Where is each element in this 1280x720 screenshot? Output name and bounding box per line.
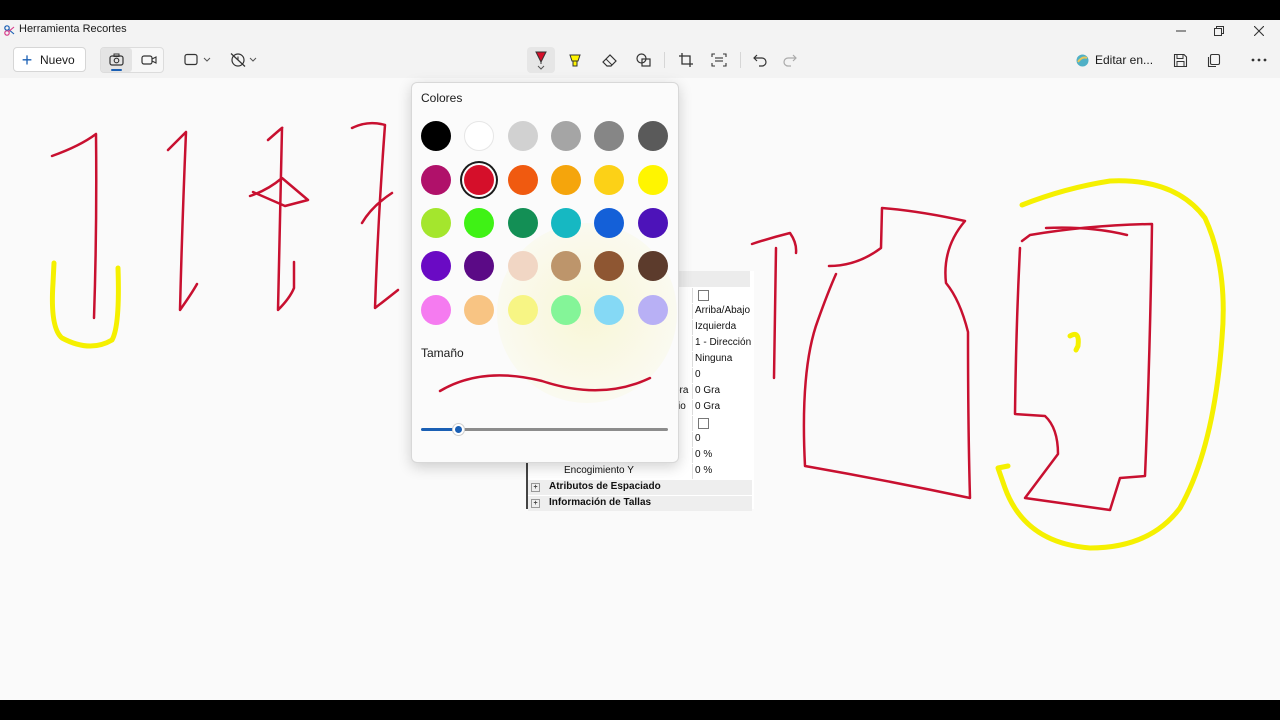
highlighter-button[interactable]: [562, 48, 588, 72]
camera-icon[interactable]: [109, 53, 124, 66]
pen-button[interactable]: [527, 47, 555, 73]
shapes-button[interactable]: [630, 48, 656, 72]
size-slider-track[interactable]: [458, 428, 668, 431]
color-swatch[interactable]: [421, 251, 451, 281]
nuevo-button[interactable]: + Nuevo: [13, 47, 86, 72]
color-swatch[interactable]: [551, 121, 581, 151]
color-swatch[interactable]: [421, 121, 451, 151]
text-actions-icon: [711, 53, 727, 67]
color-swatch[interactable]: [508, 208, 538, 238]
color-swatch[interactable]: [551, 208, 581, 238]
more-icon: [1251, 58, 1267, 62]
save-button[interactable]: [1167, 48, 1193, 72]
color-swatch[interactable]: [551, 251, 581, 281]
plus-icon: +: [21, 49, 33, 70]
redo-button[interactable]: [777, 48, 803, 72]
crop-button[interactable]: [673, 48, 699, 72]
window-title: Herramienta Recortes: [19, 23, 127, 35]
minimize-button[interactable]: [1162, 20, 1200, 42]
shapes-icon: [635, 53, 651, 67]
stroke-preview: [438, 374, 652, 393]
close-button[interactable]: [1240, 20, 1278, 42]
color-swatch[interactable]: [638, 251, 668, 281]
color-swatch[interactable]: [508, 165, 538, 195]
pen-icon: [535, 51, 547, 70]
eraser-icon: [601, 54, 617, 67]
color-swatch[interactable]: [594, 121, 624, 151]
color-swatch[interactable]: [594, 295, 624, 325]
color-swatch[interactable]: [464, 295, 494, 325]
snip-shape-icon: [184, 53, 211, 66]
size-heading: Tamaño: [421, 346, 464, 360]
editar-app-icon: [1076, 54, 1089, 67]
app-icon: [4, 25, 15, 36]
eraser-button[interactable]: [596, 48, 622, 72]
selected-indicator: [111, 69, 122, 71]
minimize-icon: [1176, 30, 1186, 32]
nuevo-label: Nuevo: [40, 52, 75, 67]
color-swatch[interactable]: [638, 295, 668, 325]
snipping-tool-window: Herramienta Recortes + Nuevo Editar en..…: [0, 20, 1280, 700]
color-swatch[interactable]: [551, 165, 581, 195]
redo-icon: [783, 54, 797, 67]
color-swatch[interactable]: [421, 295, 451, 325]
restore-icon: [1214, 26, 1224, 36]
more-button[interactable]: [1246, 48, 1272, 72]
crop-icon: [679, 53, 693, 67]
color-swatch[interactable]: [638, 121, 668, 151]
color-swatch[interactable]: [594, 251, 624, 281]
pen-options-popup: Colores Tamaño: [411, 82, 679, 463]
close-icon: [1254, 26, 1264, 36]
color-swatch[interactable]: [594, 208, 624, 238]
color-swatch[interactable]: [638, 165, 668, 195]
delay-button[interactable]: [229, 48, 259, 72]
colors-heading: Colores: [421, 91, 463, 105]
color-swatch[interactable]: [464, 251, 494, 281]
color-swatch[interactable]: [508, 295, 538, 325]
copy-button[interactable]: [1200, 48, 1226, 72]
restore-button[interactable]: [1200, 20, 1238, 42]
snip-shape-button[interactable]: [182, 48, 212, 72]
color-swatch[interactable]: [551, 295, 581, 325]
undo-button[interactable]: [747, 48, 773, 72]
color-swatch[interactable]: [421, 208, 451, 238]
color-swatch[interactable]: [508, 251, 538, 281]
color-swatch[interactable]: [464, 208, 494, 238]
color-swatch-selected[interactable]: [464, 165, 494, 195]
size-slider-thumb[interactable]: [453, 424, 465, 435]
delay-icon: [230, 53, 257, 67]
undo-icon: [753, 54, 767, 67]
color-swatch[interactable]: [421, 165, 451, 195]
toolbar-separator: [664, 52, 665, 68]
highlighter-icon: [569, 54, 581, 67]
color-swatch[interactable]: [508, 121, 538, 151]
copy-icon: [1207, 53, 1220, 67]
title-bar: Herramienta Recortes: [0, 20, 1280, 42]
capture-mode-toggle: [100, 47, 164, 73]
color-swatch[interactable]: [638, 208, 668, 238]
video-icon[interactable]: [141, 54, 157, 66]
color-swatch[interactable]: [594, 165, 624, 195]
save-icon: [1173, 53, 1187, 67]
color-swatch[interactable]: [464, 121, 494, 151]
toolbar-separator: [740, 52, 741, 68]
toolbar: + Nuevo Editar en...: [0, 42, 1280, 79]
text-actions-button[interactable]: [706, 48, 732, 72]
editar-button[interactable]: Editar en...: [1095, 53, 1153, 67]
